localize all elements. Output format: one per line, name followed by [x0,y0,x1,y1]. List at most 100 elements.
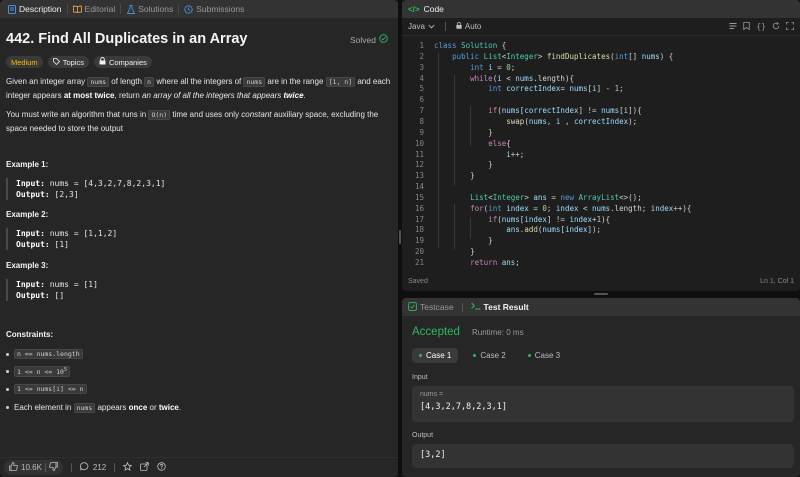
indent-guide [438,53,439,248]
tab-editorial-label: Editorial [84,4,116,14]
help-icon[interactable] [157,462,166,473]
line-number: 16 [414,203,424,213]
code-token: for [470,203,484,213]
code-token: ){ [601,214,611,224]
like-dislike-group: 10.6K [4,460,63,475]
code-token: < [578,203,593,213]
text: time and uses only [170,110,242,119]
text: auxiliary space, excluding the [271,110,379,119]
indent-guide [470,217,471,239]
comment-icon [80,462,89,473]
companies-chip[interactable]: Companies [93,56,152,68]
tab-submissions[interactable]: Submissions [179,0,249,18]
history-icon [184,4,193,14]
tab-description-label: Description [19,4,62,14]
example-2-block: Input: nums = [1,1,2] Output: [1] [6,228,392,250]
case-tab-2[interactable]: Case 2 [466,348,512,363]
tab-editorial[interactable]: Editorial [68,0,121,18]
editor-statusbar: Saved Ln 1, Col 1 [402,271,800,291]
code-token: ]); [587,225,602,235]
text: are in the range [265,77,326,86]
constraint-item: 1 <= n <= 105 [6,366,70,378]
text: You must write an algorithm that runs in [6,110,149,119]
code-line: for(int index = 0; index < nums.length; … [434,204,691,213]
notes-icon[interactable] [729,22,737,32]
code-panel: </> Code Java Auto {} 1 class Solution {2… [402,0,800,291]
code-token: = [492,62,507,72]
code-token: ; [515,258,520,267]
inline-code: O(n) [148,110,171,120]
code-token: ; [546,203,556,213]
code-line: List<Integer> ans = new ArrayList<>(); [434,193,642,202]
bookmark-icon[interactable] [743,21,751,32]
tab-solutions[interactable]: Solutions [121,0,178,18]
constraint-item: Each element in nums appears once or twi… [6,403,181,413]
tab-description[interactable]: Description [2,0,67,18]
star-icon[interactable] [122,461,133,473]
share-icon[interactable] [140,462,150,473]
bullet-icon [6,370,9,374]
horizontal-splitter[interactable] [402,291,800,298]
topics-chip[interactable]: Topics [47,56,89,68]
thumbs-down-icon[interactable] [49,462,58,473]
code-token: else [488,138,507,148]
language-select[interactable]: Java [408,22,435,31]
chevron-down-icon [428,22,435,31]
code-token: index [650,203,674,213]
code-token: } [434,236,493,246]
problem-title[interactable]: 442. Find All Duplicates in an Array [6,31,247,47]
tab-testcase[interactable]: Testcase [408,301,454,313]
line-number: 9 [419,127,424,137]
example-output: [] [54,291,65,300]
code-token: = [546,192,561,202]
line-number: 11 [414,149,424,159]
tab-test-result[interactable]: Test Result [470,302,529,312]
thumbs-up-icon[interactable] [9,462,18,473]
pass-dot-icon [473,354,477,357]
input-box: nums = [4,3,2,7,8,2,3,1] [412,386,794,422]
reset-icon[interactable] [772,21,780,32]
case-tab-3[interactable]: Case 3 [521,348,567,363]
code-token: int [470,62,489,72]
code-line: return ans; [434,258,520,267]
problem-content: 442. Find All Duplicates in an Array Sol… [0,18,398,457]
problem-footer: 10.6K 212 [0,457,398,477]
code-token: class [434,41,462,50]
code-token: nums [528,116,547,126]
auto-mode-toggle[interactable]: Auto [456,21,481,31]
example-input: nums = [4,3,2,7,8,2,3,1] [49,179,166,188]
line-number: 1 [419,41,424,50]
case-tab-1[interactable]: Case 1 [412,348,459,363]
code-editor[interactable]: 1 class Solution {2 public List<Integer> … [402,39,800,271]
drag-handle[interactable] [594,293,608,295]
code-header: </> Code [402,0,800,18]
text: Given an integer array [6,77,88,86]
input-label: Input: [16,229,45,238]
comments-button[interactable]: 212 [80,462,106,473]
code-token: nums [641,51,660,61]
line-number: 17 [414,214,424,224]
constraint-item: n == nums.length [6,349,83,359]
braces-icon[interactable]: {} [756,22,766,32]
drag-handle[interactable] [399,230,401,244]
comment-count: 212 [92,463,107,472]
code-line: } [434,236,493,245]
output-label: Output: [16,240,50,249]
code-token: Solution [461,41,498,50]
code-line: } [434,128,493,137]
text: appears [95,403,129,412]
pass-dot-icon [527,354,531,357]
code-token: } [434,127,493,137]
fullscreen-icon[interactable] [786,21,794,32]
inline-code: n == nums.length [14,349,83,359]
tag-icon [52,57,60,67]
text: Each element in [14,403,74,412]
inline-code: nums [73,403,96,413]
code-token: } [434,160,493,170]
text-bold: twice [158,403,179,412]
code-token: add [524,225,538,235]
code-token: ] - [596,84,615,94]
